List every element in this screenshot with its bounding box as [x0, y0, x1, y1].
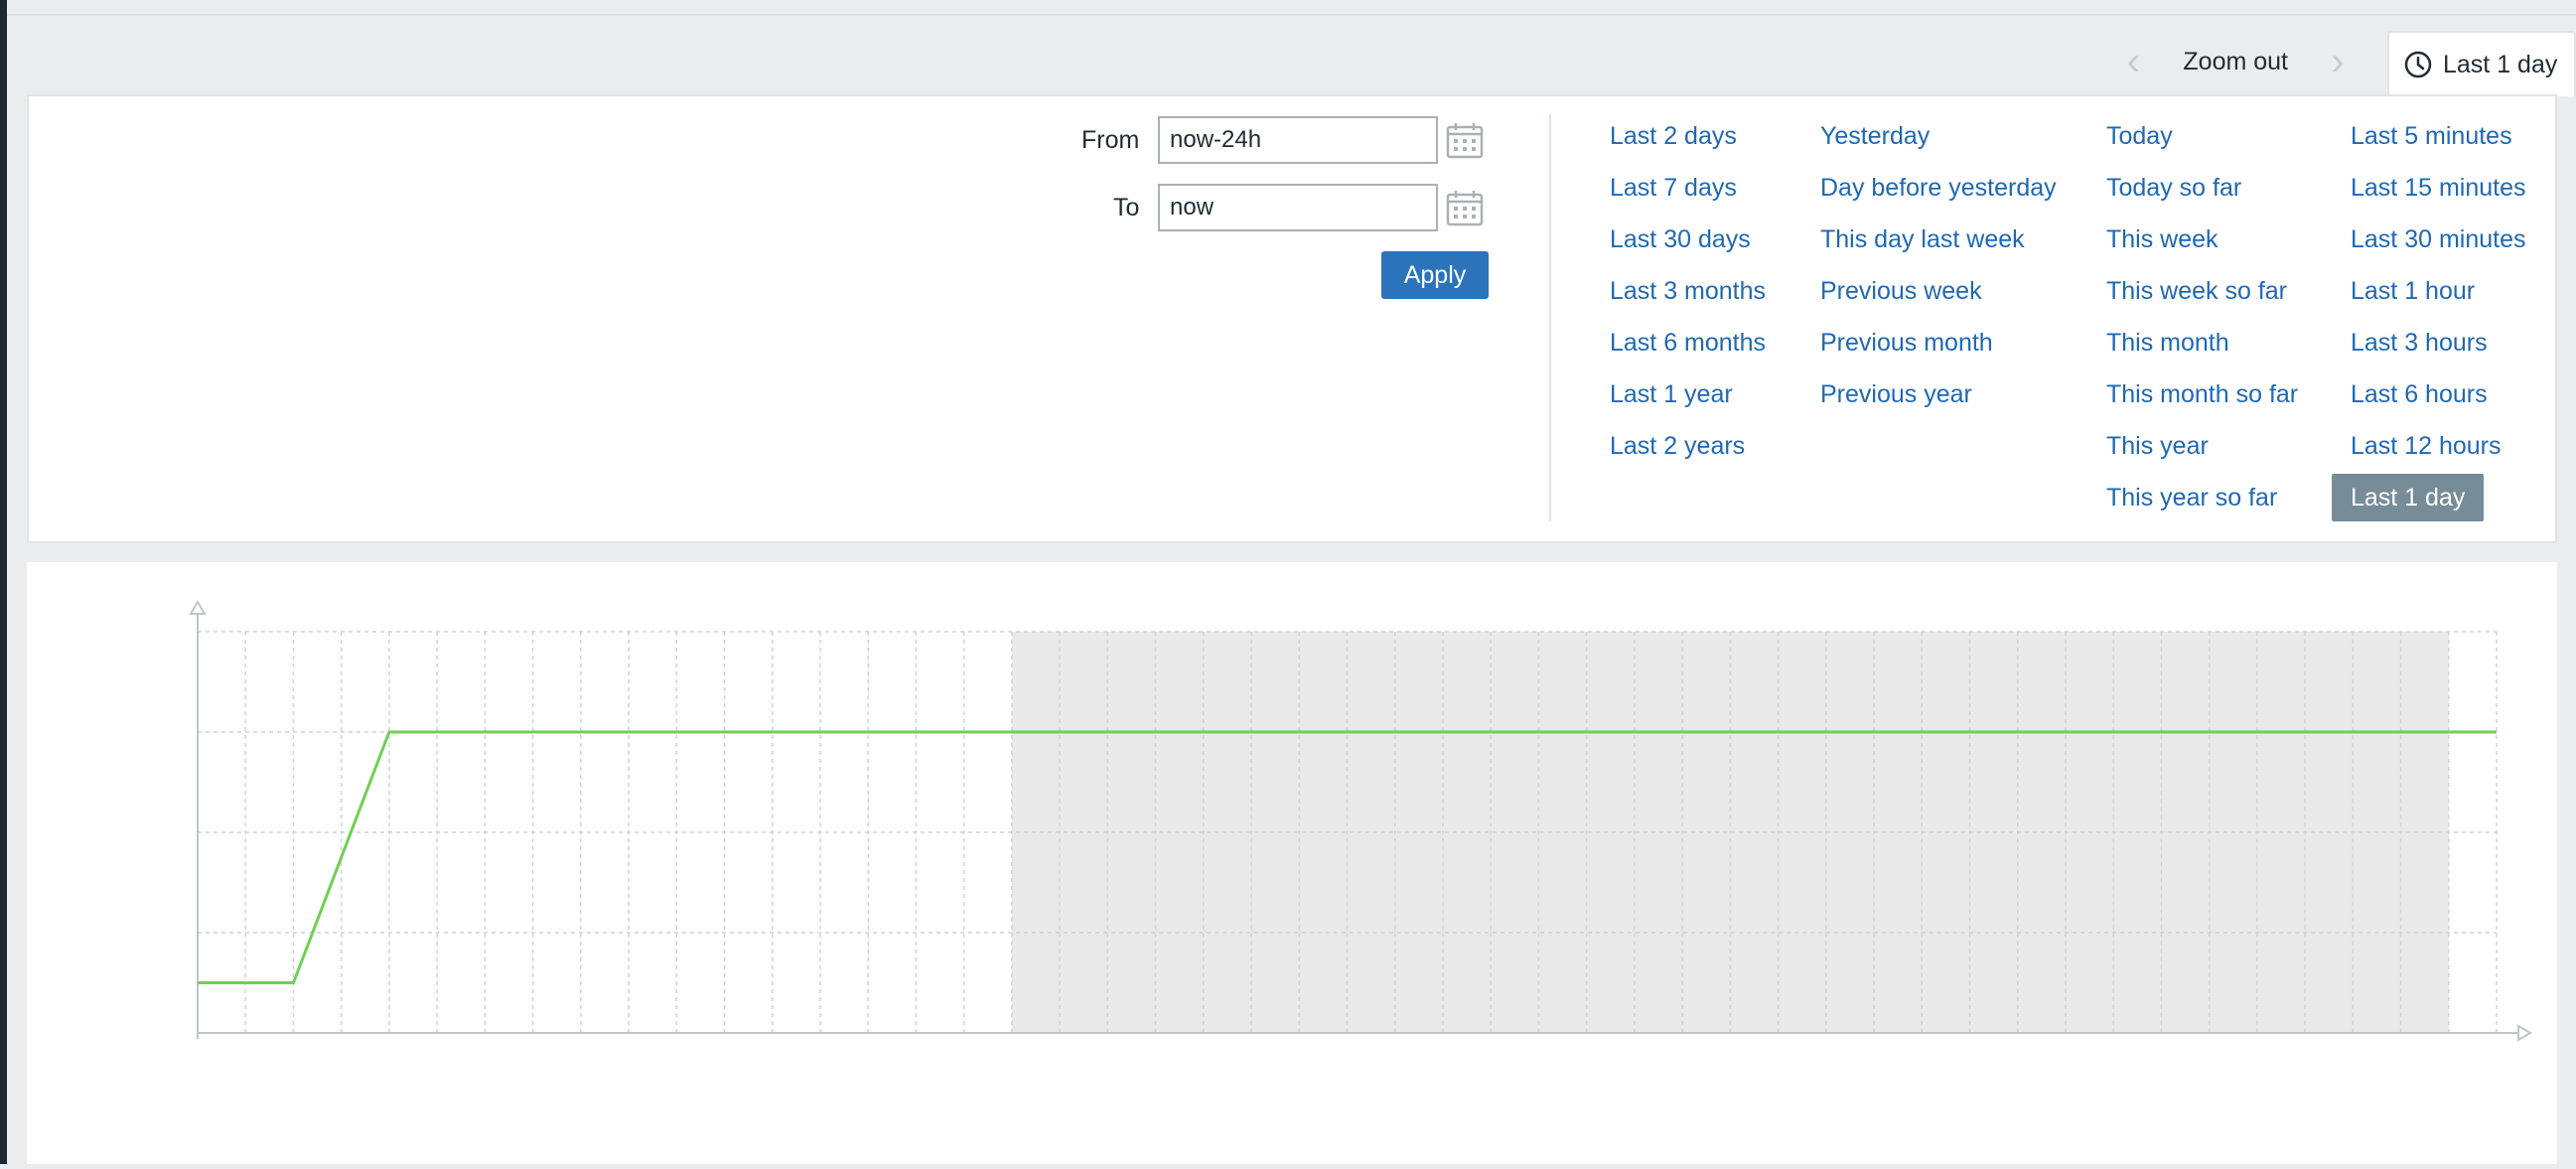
line-chart [189, 600, 2532, 1042]
quick-range-link[interactable]: Previous year [1820, 380, 1972, 409]
quick-range-link[interactable]: This year [2106, 432, 2209, 461]
to-label: To [1113, 194, 1140, 221]
panel-divider [1549, 114, 1551, 521]
quick-range-link[interactable]: This month so far [2106, 380, 2298, 409]
quick-range-link[interactable]: Last 1 year [1610, 380, 1733, 409]
time-period-tab-label: Last 1 day [2443, 50, 2558, 78]
from-input[interactable] [1158, 116, 1438, 164]
quick-range-link[interactable]: Last 15 minutes [2351, 174, 2526, 203]
quick-range-link[interactable]: Last 5 minutes [2351, 122, 2512, 151]
left-edge-bar [0, 0, 7, 1164]
quick-range-link[interactable]: Last 7 days [1610, 174, 1737, 203]
graph-panel [27, 562, 2557, 1164]
quick-range-link[interactable]: Today so far [2106, 174, 2241, 203]
quick-range-link[interactable]: Last 1 day [2332, 474, 2485, 521]
to-input[interactable] [1158, 184, 1438, 231]
quick-range-link[interactable]: Last 3 hours [2351, 329, 2488, 358]
time-filter-panel: From To Apply Last 2 days Last 7 days Last… [27, 94, 2557, 543]
quick-range-link[interactable]: This day last week [1820, 225, 2025, 254]
quick-range-link[interactable]: This week so far [2106, 277, 2287, 306]
quick-range-link[interactable]: Last 30 days [1610, 225, 1751, 254]
apply-button[interactable]: Apply [1381, 251, 1489, 299]
quick-range-link[interactable]: Last 3 months [1610, 277, 1766, 306]
quick-range-link[interactable]: Last 2 years [1610, 432, 1745, 461]
chevron-left-icon: ‹ [2126, 40, 2141, 83]
from-label: From [1081, 126, 1140, 154]
time-toolbar: ‹ Zoom out › Last 1 day [2103, 28, 2576, 96]
zoom-out-button[interactable]: Zoom out [2163, 48, 2308, 76]
quick-range-link[interactable]: Day before yesterday [1820, 174, 2057, 203]
quick-range-link[interactable]: Today [2106, 122, 2173, 151]
quick-range-link[interactable]: Previous month [1820, 329, 1993, 358]
quick-range-link[interactable]: Yesterday [1820, 122, 1930, 151]
quick-range-link[interactable]: Last 30 minutes [2351, 225, 2526, 254]
y-axis-arrow [189, 600, 207, 615]
header-border [7, 14, 2576, 16]
clock-icon [2404, 51, 2432, 78]
from-calendar-icon[interactable] [1445, 120, 1485, 160]
quick-range-link[interactable]: Last 1 hour [2351, 277, 2475, 306]
quick-range-link[interactable]: Previous week [1820, 277, 1982, 306]
quick-range-link[interactable]: Last 6 hours [2351, 380, 2488, 409]
quick-range-link[interactable]: Last 6 months [1610, 329, 1766, 358]
quick-range-link[interactable]: This month [2106, 329, 2229, 358]
quick-range-link[interactable]: Last 12 hours [2351, 432, 2502, 461]
chevron-right-icon: › [2331, 40, 2345, 83]
quick-range-link[interactable]: Last 2 days [1610, 122, 1737, 151]
quick-range-link[interactable]: This year so far [2106, 484, 2277, 512]
next-period-button[interactable]: › [2308, 32, 2367, 91]
quick-range-link[interactable]: This week [2106, 225, 2218, 254]
time-period-tab[interactable]: Last 1 day [2387, 31, 2576, 96]
previous-period-button[interactable]: ‹ [2103, 32, 2163, 91]
to-calendar-icon[interactable] [1445, 188, 1485, 227]
x-axis-arrow [2517, 1024, 2532, 1042]
